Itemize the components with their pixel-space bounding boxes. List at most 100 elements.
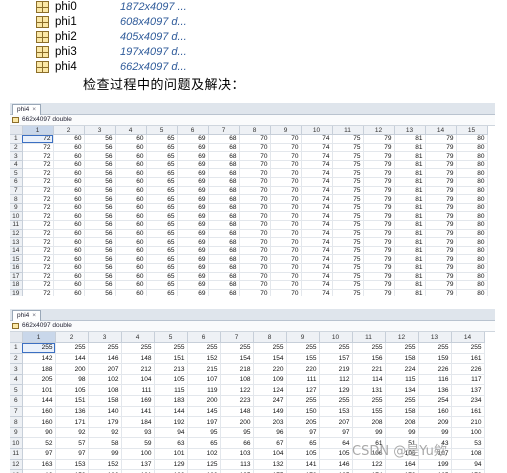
table-cell[interactable]: 75: [332, 229, 364, 239]
table-cell[interactable]: 116: [418, 374, 452, 386]
table-cell[interactable]: 74: [301, 168, 333, 179]
table-cell[interactable]: 79: [425, 246, 457, 256]
table-cell[interactable]: 99: [418, 427, 452, 439]
table-cell[interactable]: 75: [332, 254, 364, 264]
table-cell[interactable]: 79: [425, 134, 457, 144]
table-cell[interactable]: 65: [146, 254, 178, 264]
table-cell[interactable]: 115: [154, 384, 188, 397]
table-cell[interactable]: 153: [55, 459, 89, 471]
table-cell[interactable]: 66: [220, 437, 254, 450]
table-cell[interactable]: 148: [220, 406, 254, 418]
table-cell[interactable]: 160: [418, 406, 452, 418]
table-cell[interactable]: 149: [253, 406, 287, 418]
table-cell[interactable]: 117: [451, 374, 485, 386]
table-cell[interactable]: 97: [286, 427, 320, 439]
table-cell[interactable]: 75: [332, 143, 364, 153]
table-cell[interactable]: 56: [84, 194, 116, 204]
table-cell[interactable]: 221: [352, 363, 386, 375]
table-cell[interactable]: 114: [352, 374, 386, 386]
table-cell[interactable]: 60: [115, 263, 147, 273]
column-header[interactable]: 5: [146, 126, 178, 136]
table-cell[interactable]: 213: [154, 363, 188, 375]
table-cell[interactable]: 79: [425, 203, 457, 213]
row-header[interactable]: 5: [10, 384, 23, 397]
table-cell[interactable]: 69: [177, 151, 209, 161]
table-cell[interactable]: 81: [394, 280, 426, 290]
table-cell[interactable]: 75: [332, 289, 364, 296]
table-cell[interactable]: 56: [84, 263, 116, 273]
table-cell[interactable]: 226: [451, 363, 485, 375]
table-cell[interactable]: 60: [115, 272, 147, 282]
row-header[interactable]: 7: [10, 406, 23, 418]
table-cell[interactable]: 56: [84, 280, 116, 290]
table-cell[interactable]: 80: [456, 143, 488, 153]
table-cell[interactable]: 80: [456, 177, 488, 187]
table-cell[interactable]: 255: [88, 342, 122, 354]
table-cell[interactable]: 80: [456, 194, 488, 204]
table-cell[interactable]: 70: [270, 186, 302, 196]
table-cell[interactable]: 70: [270, 211, 302, 222]
table-cell[interactable]: 74: [301, 143, 333, 153]
row-header[interactable]: 17: [10, 272, 23, 282]
table-cell[interactable]: 157: [319, 353, 353, 365]
table-cell[interactable]: 81: [394, 211, 426, 222]
table-cell[interactable]: 93: [121, 427, 155, 439]
workspace-row[interactable]: phi4 662x4097 d...: [33, 60, 273, 75]
row-header[interactable]: 10: [10, 211, 23, 222]
table-cell[interactable]: 115: [385, 374, 419, 386]
table-cell[interactable]: 79: [425, 143, 457, 153]
table-cell[interactable]: 65: [146, 186, 178, 196]
table-cell[interactable]: 161: [451, 406, 485, 418]
table-cell[interactable]: 80: [456, 289, 488, 296]
table-cell[interactable]: 69: [177, 220, 209, 230]
table-cell[interactable]: 131: [352, 384, 386, 397]
table-cell[interactable]: 108: [88, 384, 122, 397]
table-cell[interactable]: 70: [239, 134, 271, 144]
column-header[interactable]: 8: [253, 332, 287, 344]
table-cell[interactable]: 65: [146, 160, 178, 170]
table-cell[interactable]: 56: [84, 237, 116, 247]
table-cell[interactable]: 60: [115, 237, 147, 247]
table-cell[interactable]: 101: [22, 384, 56, 397]
table-cell[interactable]: 197: [187, 416, 221, 428]
table-cell[interactable]: 69: [177, 263, 209, 273]
table-cell[interactable]: 74: [301, 177, 333, 187]
table-cell[interactable]: 142: [22, 353, 56, 365]
table-cell[interactable]: 164: [385, 459, 419, 471]
table-cell[interactable]: 59: [121, 437, 155, 450]
table-cell[interactable]: 60: [53, 246, 85, 256]
table-cell[interactable]: 70: [239, 211, 271, 222]
table-cell[interactable]: 60: [53, 220, 85, 230]
table-cell[interactable]: 141: [286, 459, 320, 471]
table-cell[interactable]: 70: [270, 203, 302, 213]
table-cell[interactable]: 81: [394, 272, 426, 282]
table-cell[interactable]: 69: [177, 211, 209, 222]
table-cell[interactable]: 65: [146, 151, 178, 161]
table-cell[interactable]: 254: [418, 395, 452, 407]
table-cell[interactable]: 79: [425, 211, 457, 222]
row-header[interactable]: 4: [10, 374, 23, 386]
row-header[interactable]: 16: [10, 263, 23, 273]
table-cell[interactable]: 79: [425, 237, 457, 247]
table-cell[interactable]: 68: [208, 272, 240, 282]
table-cell[interactable]: 74: [301, 220, 333, 230]
table-cell[interactable]: 68: [208, 254, 240, 264]
table-cell[interactable]: 70: [270, 280, 302, 290]
table-cell[interactable]: 75: [332, 134, 364, 144]
table-cell[interactable]: 69: [177, 289, 209, 296]
table-cell[interactable]: 81: [394, 168, 426, 179]
table-cell[interactable]: 105: [319, 448, 353, 460]
table-cell[interactable]: 79: [363, 254, 395, 264]
table-cell[interactable]: 74: [301, 272, 333, 282]
table-cell[interactable]: 79: [425, 229, 457, 239]
table-cell[interactable]: 95: [187, 427, 221, 439]
table-cell[interactable]: 255: [352, 395, 386, 407]
table-cell[interactable]: 224: [385, 363, 419, 375]
table-cell[interactable]: 81: [394, 220, 426, 230]
table-cell[interactable]: 70: [270, 263, 302, 273]
table-cell[interactable]: 79: [363, 194, 395, 204]
table-cell[interactable]: 69: [177, 272, 209, 282]
table-cell[interactable]: 146: [319, 459, 353, 471]
table-cell[interactable]: 207: [319, 416, 353, 428]
table-cell[interactable]: 70: [239, 194, 271, 204]
